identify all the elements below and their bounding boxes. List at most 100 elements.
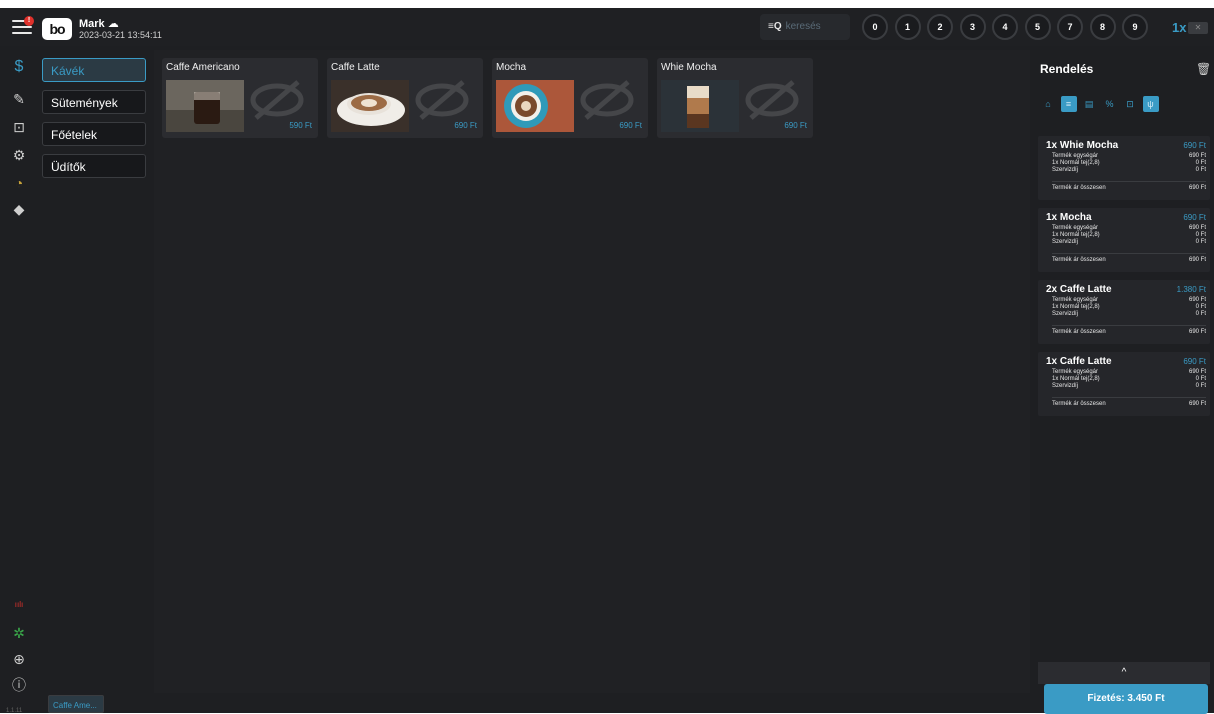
trash-icon[interactable]: 🗑 bbox=[1196, 62, 1211, 76]
numpad-button[interactable]: 8 bbox=[1089, 14, 1116, 40]
top-bar: ! bo Mark ☁ 2023-03-21 13:54:11 ≡Q keresé… bbox=[0, 8, 1214, 46]
cutlery-icon[interactable]: ψ bbox=[1142, 96, 1159, 112]
app-logo: bo bbox=[42, 18, 72, 40]
dollar-icon[interactable]: $ bbox=[10, 58, 28, 76]
clock-icon[interactable]: ◔ bbox=[10, 174, 28, 192]
hidden-eye-icon bbox=[580, 80, 634, 120]
product-name: Caffe Latte bbox=[331, 62, 380, 73]
order-item-price: 690 Ft bbox=[1183, 213, 1206, 222]
product-name: Caffe Americano bbox=[166, 62, 240, 73]
percent-icon[interactable]: % bbox=[1102, 96, 1118, 112]
service-row: Szervizdíj 0 Ft bbox=[1052, 239, 1206, 245]
user-name: Mark ☁ bbox=[79, 18, 119, 30]
datetime: 2023-03-21 13:54:11 bbox=[79, 30, 162, 40]
pay-button[interactable]: Fizetés: 3.450 Ft bbox=[1044, 684, 1208, 714]
item-total-row: Termék ár összesen 690 Ft bbox=[1052, 329, 1206, 335]
order-item-price: 690 Ft bbox=[1183, 357, 1206, 366]
item-total-row: Termék ár összesen 690 Ft bbox=[1052, 185, 1206, 191]
list-icon[interactable]: ≡ bbox=[1060, 96, 1077, 112]
item-total-row: Termék ár összesen 690 Ft bbox=[1052, 257, 1206, 263]
numpad-button[interactable]: 0 bbox=[862, 14, 888, 40]
order-item-price: 1.380 Ft bbox=[1176, 285, 1206, 294]
product-card[interactable]: Whie Mocha 690 Ft bbox=[657, 58, 813, 138]
category-uditok[interactable]: Üdítők bbox=[42, 154, 146, 178]
pos-app: ! bo Mark ☁ 2023-03-21 13:54:11 ≡Q keresé… bbox=[0, 8, 1214, 714]
divider bbox=[1052, 253, 1206, 254]
category-sutemenyek[interactable]: Sütemények bbox=[42, 90, 146, 114]
service-row: Szervizdíj 0 Ft bbox=[1052, 167, 1206, 173]
quantity-numpad: 0 1 2 3 4 5 7 8 9 bbox=[862, 14, 1155, 40]
network-icon: ✲ bbox=[13, 625, 25, 641]
numpad-button[interactable]: 2 bbox=[927, 14, 953, 40]
edit-icon[interactable]: ✎ bbox=[10, 90, 28, 108]
category-kavek[interactable]: Kávék bbox=[42, 58, 146, 82]
bag-icon[interactable]: ⊡ bbox=[10, 118, 28, 136]
divider bbox=[1052, 325, 1206, 326]
left-rail: $ ✎ ⊡ ⚙ ◔ ◆ ıılı ✲ ⊕ ⓘ bbox=[0, 46, 38, 713]
service-row: Szervizdíj 0 Ft bbox=[1052, 311, 1206, 317]
info-icon[interactable]: ⓘ bbox=[10, 676, 28, 694]
signal-icon: ıılı bbox=[14, 600, 24, 609]
numpad-button[interactable]: 5 bbox=[1024, 14, 1051, 40]
order-item[interactable]: 1x Caffe Latte 690 Ft Termék egységár 690… bbox=[1038, 352, 1210, 416]
item-total-row: Termék ár összesen 690 Ft bbox=[1052, 401, 1206, 407]
product-price: 690 Ft bbox=[784, 121, 807, 130]
numpad-button[interactable]: 3 bbox=[959, 14, 986, 40]
product-card[interactable]: Mocha 690 Ft bbox=[492, 58, 648, 138]
tag-icon[interactable]: ◆ bbox=[10, 200, 28, 218]
order-item[interactable]: 1x Whie Mocha 690 Ft Termék egységár 690 … bbox=[1038, 136, 1210, 200]
order-item-name: 1x Caffe Latte bbox=[1046, 356, 1112, 367]
order-title: Rendelés bbox=[1040, 62, 1094, 76]
order-toolbar: ⌂ ≡ ▤ % ⊡ ψ bbox=[1040, 96, 1163, 112]
unit-price-row: Termék egységár 690 Ft bbox=[1052, 297, 1206, 303]
order-item-price: 690 Ft bbox=[1183, 141, 1206, 150]
version-label: 1.1.11 bbox=[6, 708, 23, 714]
product-image bbox=[331, 80, 409, 132]
category-foetelek[interactable]: Főételek bbox=[42, 122, 146, 146]
product-image bbox=[661, 80, 739, 132]
product-card[interactable]: Caffe Latte 690 Ft bbox=[327, 58, 483, 138]
expand-chevron-icon[interactable]: ^ bbox=[1038, 662, 1210, 684]
product-grid: Caffe Americano 590 Ft Caffe Latte 690 F… bbox=[154, 50, 1030, 693]
hidden-eye-icon bbox=[745, 80, 799, 120]
cloud-icon: ☁ bbox=[107, 18, 119, 30]
numpad-button[interactable]: 9 bbox=[1122, 14, 1148, 40]
bag-icon[interactable]: ⊡ bbox=[1122, 96, 1138, 112]
unit-price-row: Termék egységár 690 Ft bbox=[1052, 369, 1206, 375]
order-item-name: 1x Whie Mocha bbox=[1046, 140, 1119, 151]
unit-price-row: Termék egységár 690 Ft bbox=[1052, 153, 1206, 159]
receipt-icon[interactable]: ▤ bbox=[1081, 96, 1097, 112]
product-price: 590 Ft bbox=[289, 121, 312, 130]
table-icon[interactable]: ⌂ bbox=[1040, 96, 1056, 112]
order-panel: Rendelés 🗑 ⌂ ≡ ▤ % ⊡ ψ 1x Whie Mocha 690… bbox=[1034, 50, 1214, 714]
settings-icon[interactable]: ⚙ bbox=[10, 146, 28, 164]
order-item[interactable]: 1x Mocha 690 Ft Termék egységár 690 Ft 1x… bbox=[1038, 208, 1210, 272]
clear-quantity-icon[interactable]: ✕ bbox=[1188, 22, 1208, 34]
numpad-button[interactable]: 1 bbox=[894, 14, 921, 40]
product-name: Whie Mocha bbox=[661, 62, 717, 73]
numpad-button[interactable]: 4 bbox=[992, 14, 1018, 40]
product-card[interactable]: Caffe Americano 590 Ft bbox=[162, 58, 318, 138]
globe-icon[interactable]: ⊕ bbox=[10, 650, 28, 668]
notification-badge: ! bbox=[24, 16, 34, 26]
order-item[interactable]: 2x Caffe Latte 1.380 Ft Termék egységár 6… bbox=[1038, 280, 1210, 344]
option-row: 1x Normál tej(2,8) 0 Ft bbox=[1052, 232, 1206, 238]
open-tab-chip[interactable]: Caffe Ame... bbox=[48, 695, 104, 713]
search-icon: ≡Q bbox=[768, 21, 782, 32]
service-row: Szervizdíj 0 Ft bbox=[1052, 383, 1206, 389]
product-image bbox=[166, 80, 244, 132]
numpad-button[interactable]: 7 bbox=[1057, 14, 1083, 40]
search-input[interactable]: ≡Q keresés bbox=[760, 14, 850, 40]
hidden-eye-icon bbox=[415, 80, 469, 120]
search-placeholder: keresés bbox=[785, 21, 821, 32]
quantity-multiplier: 1x bbox=[1172, 20, 1187, 35]
divider bbox=[1052, 397, 1206, 398]
product-price: 690 Ft bbox=[619, 121, 642, 130]
unit-price-row: Termék egységár 690 Ft bbox=[1052, 225, 1206, 231]
order-item-name: 2x Caffe Latte bbox=[1046, 284, 1112, 295]
divider bbox=[1052, 181, 1206, 182]
option-row: 1x Normál tej(2,8) 0 Ft bbox=[1052, 304, 1206, 310]
hidden-eye-icon bbox=[250, 80, 304, 120]
option-row: 1x Normál tej(2,8) 0 Ft bbox=[1052, 160, 1206, 166]
product-image bbox=[496, 80, 574, 132]
